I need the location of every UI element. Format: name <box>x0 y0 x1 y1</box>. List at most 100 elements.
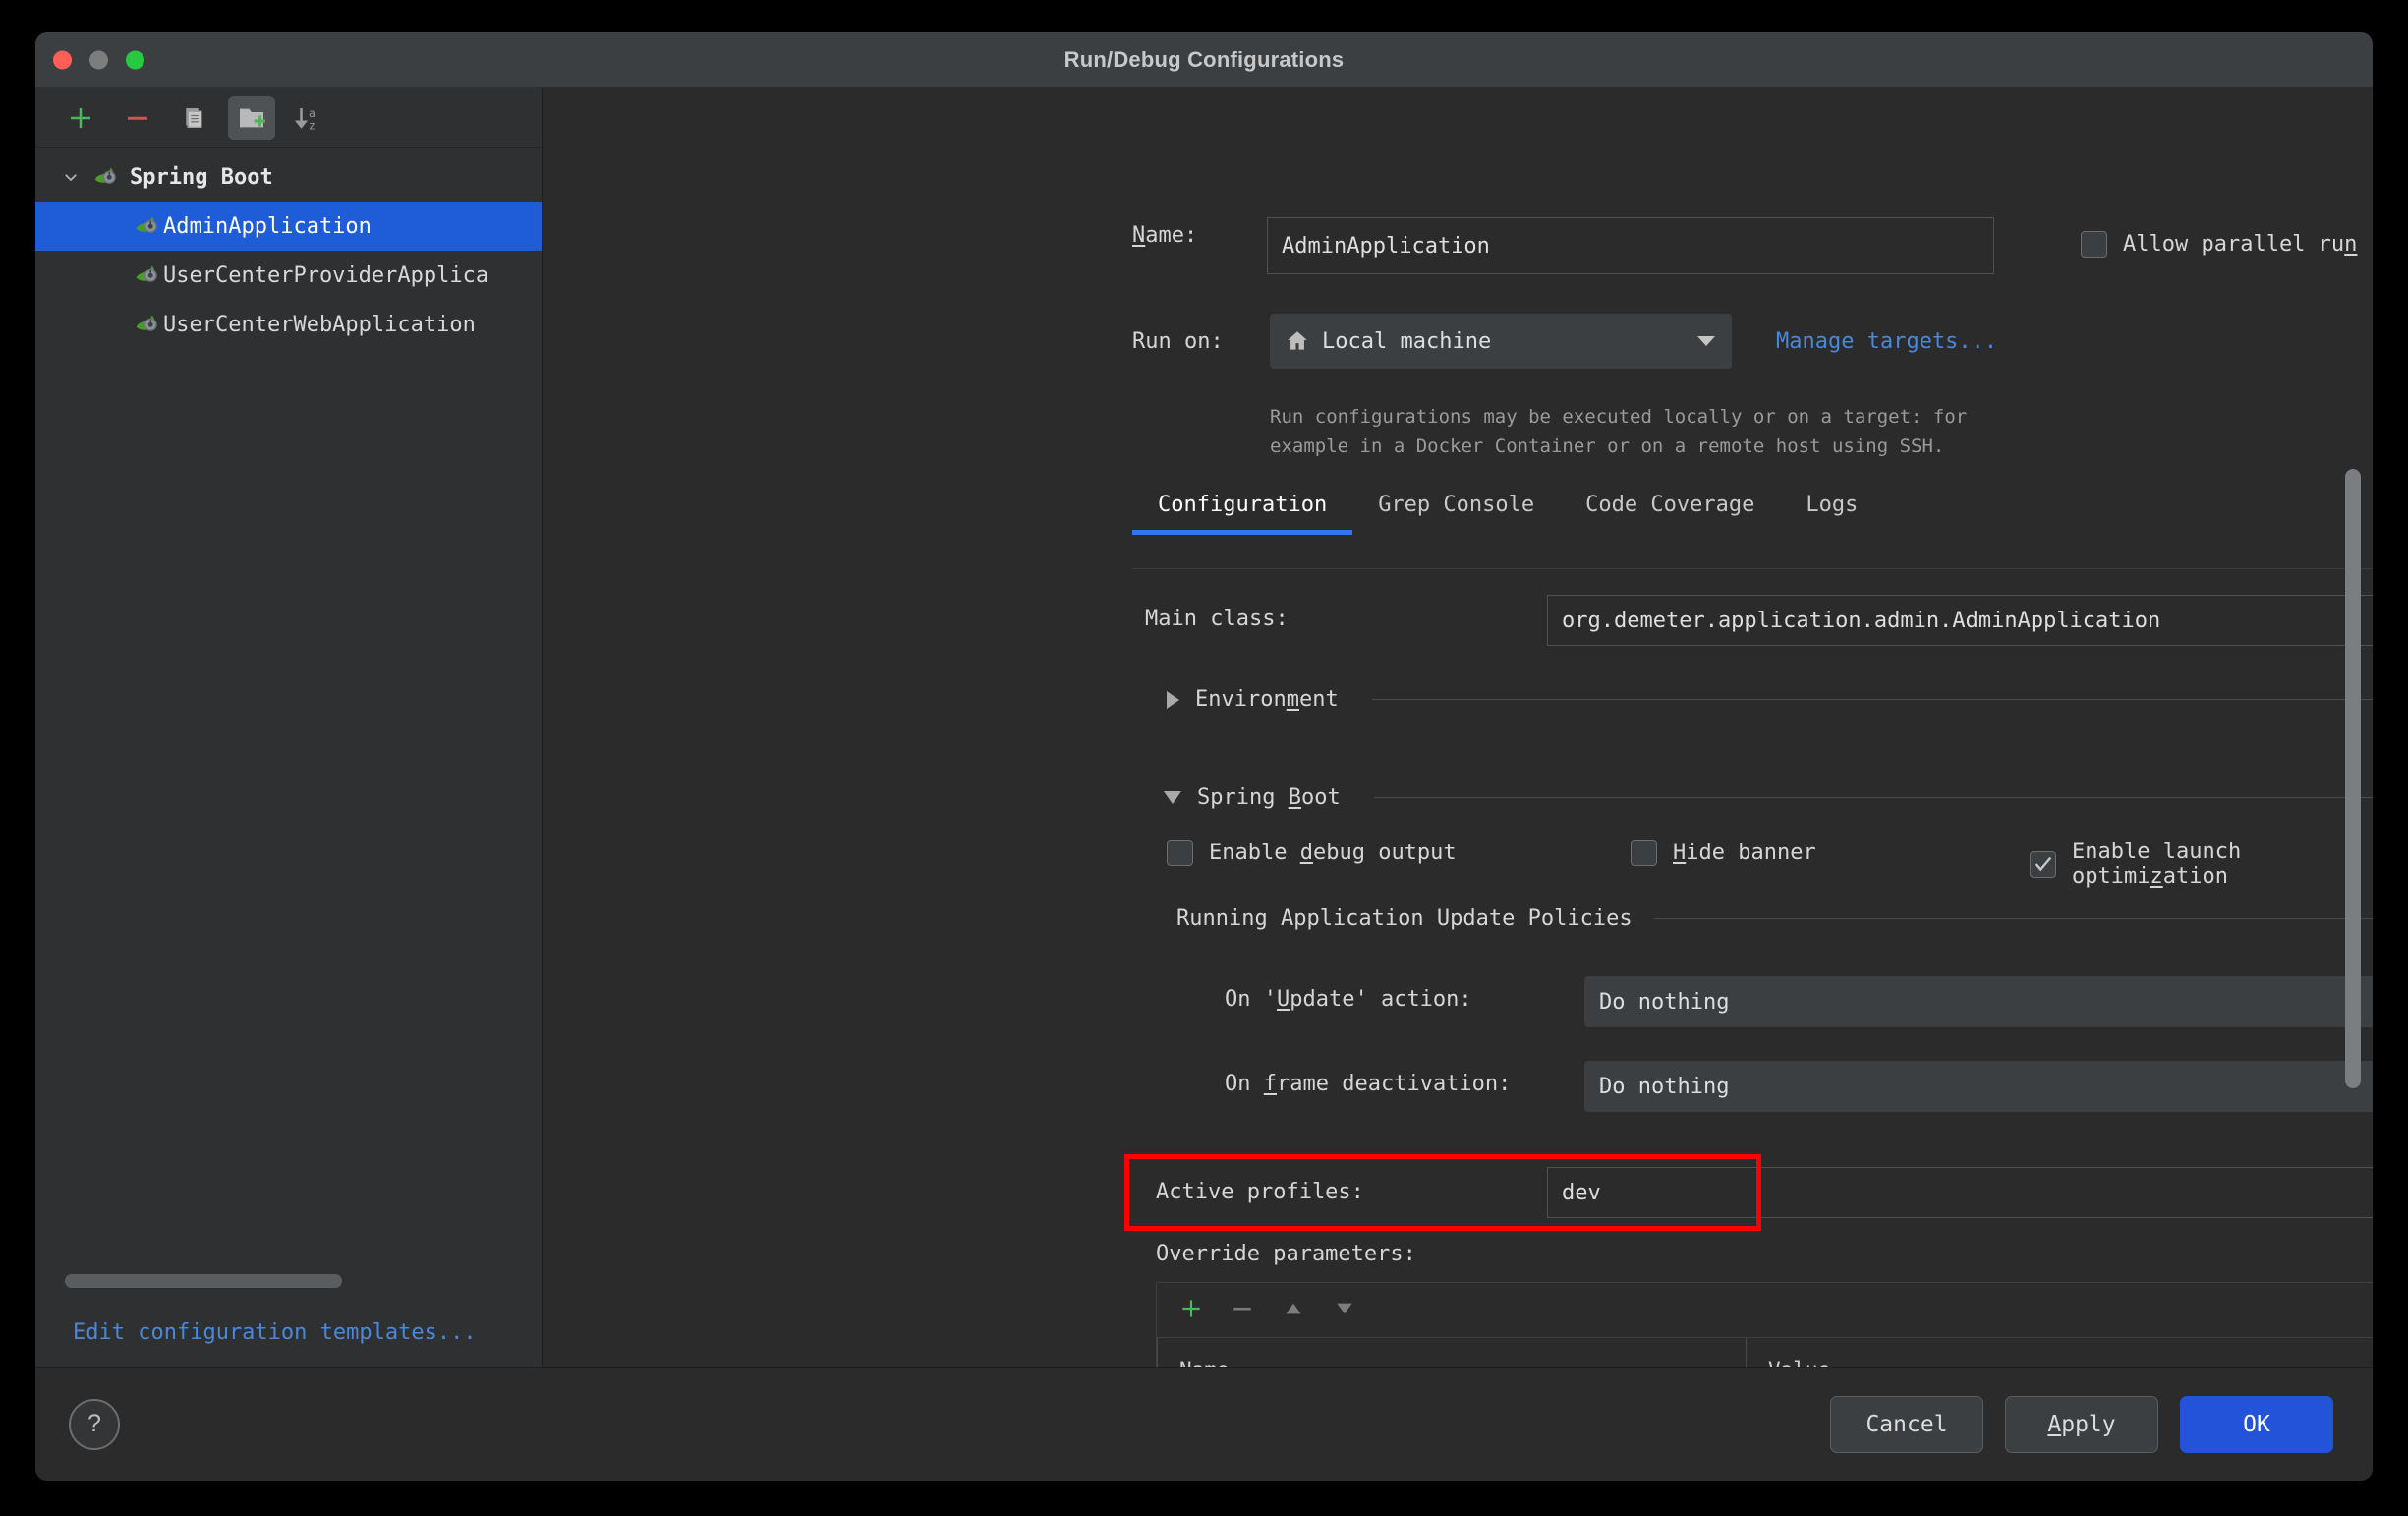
remove-parameter-button[interactable] <box>1230 1296 1255 1325</box>
on-update-action-dropdown[interactable]: Do nothing <box>1584 976 2373 1027</box>
section-divider <box>1371 699 2373 700</box>
dialog-action-buttons: Cancel Apply OK <box>1830 1395 2333 1453</box>
tree-item-label: UserCenterProviderApplica <box>163 262 489 288</box>
move-into-folder-button[interactable] <box>228 95 275 140</box>
ok-button[interactable]: OK <box>2180 1395 2333 1453</box>
minimize-window-button[interactable] <box>89 50 108 69</box>
tree-group-label: Spring Boot <box>130 164 273 190</box>
configurations-toolbar: a z <box>35 87 542 148</box>
allow-parallel-run-row[interactable]: Allow parallel run <box>2081 231 2357 258</box>
tree-item-adminapplication[interactable]: AdminApplication <box>35 202 542 251</box>
run-debug-configurations-dialog: Run/Debug Configurations a z Spring Boot… <box>35 32 2373 1481</box>
enable-debug-output-checkbox[interactable] <box>1167 840 1193 866</box>
spring-boot-icon <box>132 258 161 293</box>
close-window-button[interactable] <box>53 50 72 69</box>
run-on-helper-line-2: example in a Docker Container or on a re… <box>1270 436 1945 457</box>
spring-boot-section-header[interactable]: Spring Boot <box>1164 786 2373 810</box>
remove-configuration-button[interactable] <box>114 96 161 140</box>
enable-debug-output-row[interactable]: Enable debug output <box>1167 840 1457 866</box>
tree-item-usercenterwebapplication[interactable]: UserCenterWebApplication <box>35 300 542 349</box>
tab-grep-console[interactable]: Grep Console <box>1352 481 1560 529</box>
name-row: Name: <box>1132 223 1258 248</box>
section-divider <box>1653 918 2373 919</box>
dialog-bottom-bar: ? Cancel Apply OK <box>35 1367 2373 1481</box>
minus-icon <box>1233 1307 1251 1311</box>
on-update-action-label: On 'Update' action: <box>1225 987 1472 1012</box>
active-profiles-input[interactable]: dev <box>1547 1167 2373 1218</box>
run-on-dropdown[interactable]: Local machine <box>1270 314 1732 369</box>
override-parameters-header-row: Name Value <box>1157 1338 2373 1367</box>
copy-configuration-button[interactable] <box>171 96 218 140</box>
help-button[interactable]: ? <box>69 1398 120 1450</box>
allow-parallel-run-checkbox[interactable] <box>2081 231 2107 258</box>
on-frame-deactivation-label: On frame deactivation: <box>1225 1072 1512 1096</box>
add-configuration-button[interactable] <box>57 96 104 140</box>
run-on-helper-text: Run configurations may be executed local… <box>1270 402 2154 461</box>
chevron-down-icon[interactable] <box>1164 791 1181 804</box>
tab-logs[interactable]: Logs <box>1780 481 1883 529</box>
column-header-value[interactable]: Value <box>1747 1338 1830 1367</box>
name-input[interactable]: AdminApplication <box>1267 217 1994 274</box>
on-frame-deactivation-dropdown[interactable]: Do nothing <box>1584 1061 2373 1112</box>
on-frame-deactivation-value: Do nothing <box>1599 1074 1730 1099</box>
check-icon <box>2035 856 2051 872</box>
spring-boot-icon <box>90 159 120 195</box>
override-parameters-label: Override parameters: <box>1156 1242 1416 1266</box>
update-policies-label: Running Application Update Policies <box>1176 906 1633 931</box>
add-parameter-button[interactable] <box>1178 1296 1204 1325</box>
chevron-right-icon[interactable] <box>1167 690 1179 709</box>
spring-boot-section-label: Spring Boot <box>1197 786 1341 810</box>
chevron-down-icon[interactable] <box>1697 336 1715 346</box>
enable-launch-optimization-label: Enable launch optimization <box>2072 840 2242 889</box>
run-on-label: Run on: <box>1132 329 1224 354</box>
hide-banner-checkbox[interactable] <box>1631 840 1657 866</box>
manage-targets-link[interactable]: Manage targets... <box>1776 329 1997 354</box>
arrow-up-icon <box>1286 1303 1301 1313</box>
apply-button[interactable]: Apply <box>2005 1395 2158 1453</box>
sort-configurations-button[interactable]: a z <box>285 96 332 140</box>
section-divider <box>1373 797 2373 798</box>
move-up-button[interactable] <box>1281 1296 1306 1325</box>
spring-boot-icon <box>132 208 161 244</box>
svg-text:z: z <box>309 119 315 132</box>
on-update-action-value: Do nothing <box>1599 989 1730 1015</box>
configuration-form: Name: AdminApplication Allow parallel ru… <box>543 87 2373 1367</box>
traffic-light-group <box>53 50 144 69</box>
zoom-window-button[interactable] <box>126 50 144 69</box>
tree-item-label: UserCenterWebApplication <box>163 312 476 337</box>
move-down-button[interactable] <box>1332 1296 1357 1325</box>
chevron-down-icon[interactable] <box>61 168 81 186</box>
cancel-button[interactable]: Cancel <box>1830 1395 1983 1453</box>
environment-section-header[interactable]: Environment <box>1167 687 2373 712</box>
window-title-bar: Run/Debug Configurations <box>35 32 2373 87</box>
main-class-input[interactable]: org.demeter.application.admin.AdminAppli… <box>1547 595 2373 646</box>
tab-configuration[interactable]: Configuration <box>1132 481 1353 535</box>
tree-item-usercenterproviderapplication[interactable]: UserCenterProviderApplica <box>35 251 542 300</box>
run-on-value: Local machine <box>1322 328 1492 354</box>
configurations-tree[interactable]: Spring Boot AdminApplication UserCenterP… <box>35 148 542 1264</box>
editor-tabs[interactable]: Configuration Grep Console Code Coverage… <box>1132 481 1883 535</box>
scrollbar-thumb[interactable] <box>65 1274 343 1288</box>
enable-launch-optimization-checkbox[interactable] <box>2030 850 2056 878</box>
arrow-down-icon <box>1337 1303 1352 1313</box>
copy-icon <box>186 107 202 128</box>
hide-banner-row[interactable]: Hide banner <box>1631 840 1816 866</box>
configurations-horizontal-scrollbar[interactable] <box>35 1264 542 1298</box>
sort-az-icon: a z <box>294 106 315 132</box>
environment-section-label: Environment <box>1195 687 1339 712</box>
enable-launch-optimization-row[interactable]: Enable launch optimization <box>2030 840 2373 889</box>
column-header-name[interactable]: Name <box>1157 1338 1747 1367</box>
override-parameters-toolbar <box>1157 1283 2373 1338</box>
active-profiles-label: Active profiles: <box>1156 1180 1364 1204</box>
edit-configuration-templates-link[interactable]: Edit configuration templates... <box>35 1298 542 1367</box>
name-label: Name: <box>1132 223 1198 248</box>
configuration-vertical-scrollbar[interactable] <box>2345 469 2361 1088</box>
update-policies-section-header: Running Application Update Policies <box>1176 906 2373 931</box>
tree-group-spring-boot[interactable]: Spring Boot <box>35 152 542 202</box>
main-class-value: org.demeter.application.admin.AdminAppli… <box>1562 608 2161 633</box>
scrollbar-track[interactable] <box>65 1274 512 1288</box>
active-profiles-value: dev <box>1562 1180 1601 1205</box>
plus-icon <box>71 107 90 128</box>
tab-code-coverage[interactable]: Code Coverage <box>1560 481 1780 529</box>
main-class-label: Main class: <box>1145 607 1289 631</box>
